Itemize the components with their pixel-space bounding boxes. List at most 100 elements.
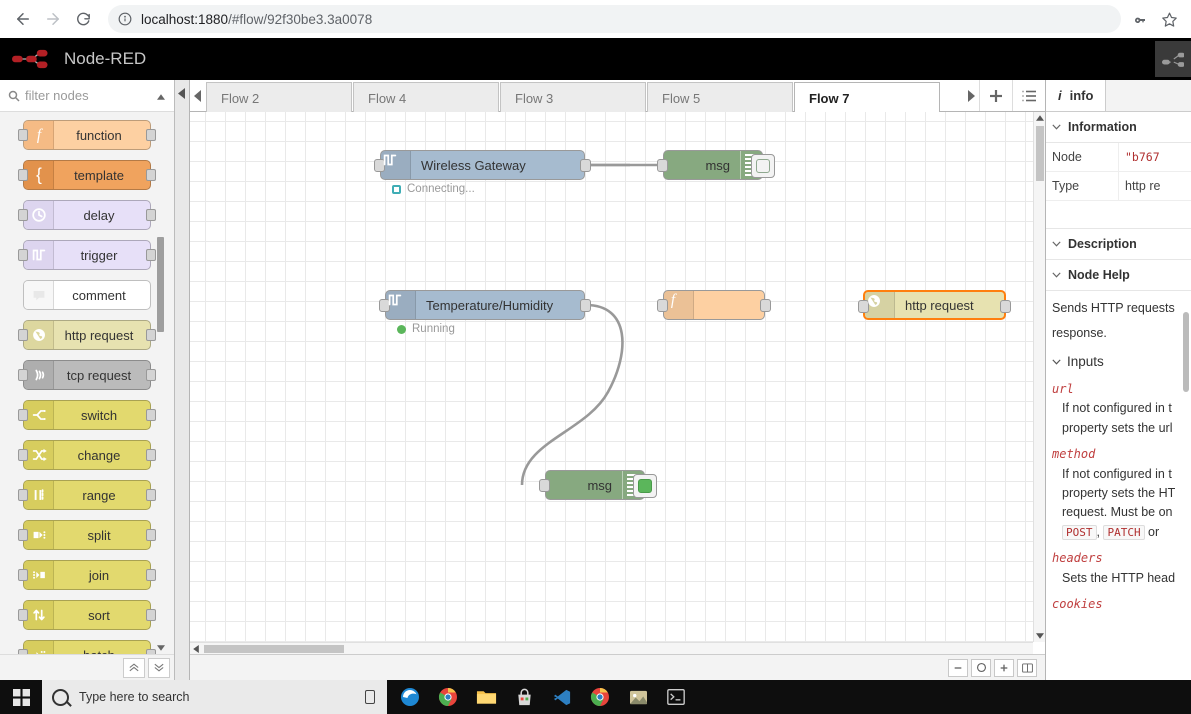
canvas-node-wireless-gateway[interactable]: Wireless Gateway <box>374 150 591 180</box>
output-port[interactable] <box>146 369 156 381</box>
section-information-header[interactable]: Information <box>1046 112 1191 143</box>
sidebar-scrollbar[interactable] <box>1182 112 1190 680</box>
input-port[interactable] <box>18 609 28 621</box>
canvas-node-temperature-humidity[interactable]: Temperature/Humidity <box>379 290 591 320</box>
input-port[interactable] <box>18 649 28 654</box>
input-port[interactable] <box>18 129 28 141</box>
debug-toggle-button[interactable] <box>751 154 775 178</box>
section-description-header[interactable]: Description <box>1046 229 1191 260</box>
input-port[interactable] <box>18 409 28 421</box>
palette-node-tcp-request[interactable]: tcp request <box>18 360 156 390</box>
edge-icon[interactable] <box>399 686 421 708</box>
zoom-reset-button[interactable] <box>971 658 991 677</box>
canvas-node-http-request[interactable]: http request <box>858 290 1011 320</box>
palette-node-trigger[interactable]: trigger <box>18 240 156 270</box>
canvas-node-debug-top[interactable]: msg <box>657 150 775 180</box>
deploy-icon[interactable] <box>1155 41 1191 77</box>
star-icon[interactable] <box>1155 4 1183 34</box>
triangle-left-icon[interactable] <box>192 645 200 653</box>
tab-flow-5[interactable]: Flow 5 <box>647 82 793 113</box>
palette-node-http-request[interactable]: http request <box>18 320 156 350</box>
flow-list-menu-button[interactable] <box>1012 80 1045 111</box>
scrollbar-thumb[interactable] <box>157 237 164 332</box>
canvas-node-debug-bottom[interactable]: msg <box>539 470 657 500</box>
output-port[interactable] <box>146 329 156 341</box>
tab-scroll-left-button[interactable] <box>190 80 206 111</box>
palette-node-template[interactable]: {template <box>18 160 156 190</box>
chrome-active-icon[interactable] <box>589 686 611 708</box>
palette-collapse-button[interactable] <box>175 80 190 680</box>
output-port[interactable] <box>146 529 156 541</box>
chevron-down-icon[interactable] <box>156 643 165 652</box>
palette-node-switch[interactable]: switch <box>18 400 156 430</box>
input-port[interactable] <box>18 169 28 181</box>
chevron-up-icon[interactable] <box>156 92 165 101</box>
output-port[interactable] <box>760 299 771 312</box>
forward-arrow-icon[interactable] <box>38 4 68 34</box>
output-port[interactable] <box>146 129 156 141</box>
debug-toggle-button[interactable] <box>633 474 657 498</box>
palette-node-join[interactable]: join <box>18 560 156 590</box>
add-flow-button[interactable] <box>979 80 1012 111</box>
taskbar-search-box[interactable]: Type here to search <box>42 680 387 714</box>
input-port[interactable] <box>18 529 28 541</box>
output-port[interactable] <box>146 449 156 461</box>
windows-start-icon[interactable] <box>0 680 42 714</box>
vscode-icon[interactable] <box>551 686 573 708</box>
canvas-vertical-scrollbar[interactable] <box>1033 112 1045 642</box>
file-explorer-icon[interactable] <box>475 686 497 708</box>
input-port[interactable] <box>18 489 28 501</box>
input-port[interactable] <box>18 369 28 381</box>
reload-icon[interactable] <box>68 4 98 34</box>
zoom-in-button[interactable] <box>994 658 1014 677</box>
input-port[interactable] <box>539 479 550 492</box>
key-icon[interactable] <box>1127 4 1155 34</box>
collapse-all-icon[interactable] <box>123 657 145 678</box>
output-port[interactable] <box>1000 300 1011 313</box>
output-port[interactable] <box>146 209 156 221</box>
photos-icon[interactable] <box>627 686 649 708</box>
palette-node-sort[interactable]: sort <box>18 600 156 630</box>
triangle-down-icon[interactable] <box>1036 632 1044 640</box>
chrome-icon[interactable] <box>437 686 459 708</box>
tab-scroll-right-button[interactable] <box>963 80 979 111</box>
input-port[interactable] <box>18 249 28 261</box>
help-inputs-heading[interactable]: Inputs <box>1052 352 1185 373</box>
output-port[interactable] <box>146 609 156 621</box>
output-port[interactable] <box>146 409 156 421</box>
canvas-node-function-node[interactable]: f <box>657 290 771 320</box>
tab-flow-2[interactable]: Flow 2 <box>206 82 352 113</box>
cortana-icon[interactable] <box>365 690 375 704</box>
input-port[interactable] <box>18 329 28 341</box>
output-port[interactable] <box>146 649 156 654</box>
output-port[interactable] <box>146 489 156 501</box>
input-port[interactable] <box>18 569 28 581</box>
palette-node-range[interactable]: range <box>18 480 156 510</box>
flow-canvas[interactable]: Wireless Gateway Connecting... msg Temperat… <box>190 112 1033 642</box>
scrollbar-thumb[interactable] <box>204 645 344 653</box>
output-port[interactable] <box>146 569 156 581</box>
output-port[interactable] <box>580 159 591 172</box>
input-port[interactable] <box>18 209 28 221</box>
tab-flow-4[interactable]: Flow 4 <box>353 82 499 113</box>
triangle-up-icon[interactable] <box>1036 114 1044 122</box>
expand-all-icon[interactable] <box>148 657 170 678</box>
palette-node-change[interactable]: change <box>18 440 156 470</box>
search-input[interactable] <box>25 88 166 103</box>
terminal-icon[interactable] <box>665 686 687 708</box>
output-port[interactable] <box>580 299 591 312</box>
output-port[interactable] <box>146 169 156 181</box>
node-red-logo-icon[interactable] <box>12 48 50 70</box>
scrollbar-thumb[interactable] <box>1183 312 1189 392</box>
output-port[interactable] <box>146 249 156 261</box>
palette-scrollbar[interactable] <box>156 92 165 652</box>
tab-info[interactable]: i info <box>1046 80 1107 111</box>
canvas-horizontal-scrollbar[interactable] <box>190 642 1033 654</box>
scrollbar-thumb[interactable] <box>1036 126 1044 181</box>
tab-flow-7[interactable]: Flow 7 <box>794 82 940 113</box>
address-bar[interactable]: localhost:1880/#flow/92f30be3.3a0078 <box>108 5 1121 33</box>
back-arrow-icon[interactable] <box>8 4 38 34</box>
palette-node-batch[interactable]: batch <box>18 640 156 654</box>
input-port[interactable] <box>18 449 28 461</box>
site-info-icon[interactable] <box>118 12 132 26</box>
